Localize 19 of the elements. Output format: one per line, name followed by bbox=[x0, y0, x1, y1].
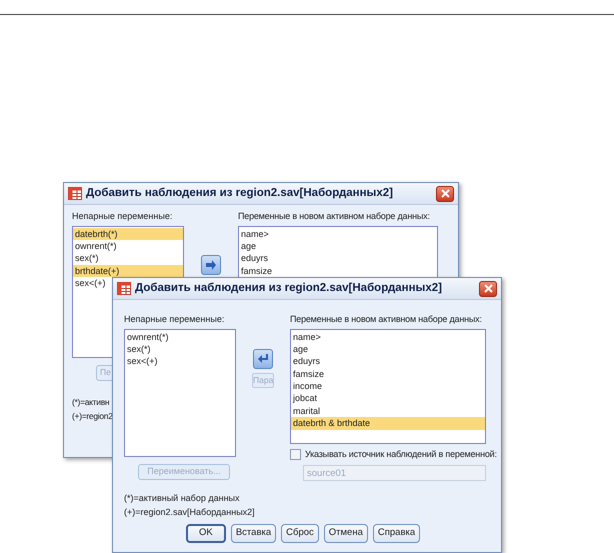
list-label: Переменные в новом активном наборе данных: bbox=[238, 210, 430, 223]
variable-list[interactable]: ownrent(*) sex(*) sex<(+) bbox=[124, 328, 236, 456]
window-title: Добавить наблюдения из region2.sav[Наборданных2] bbox=[86, 186, 394, 201]
checkbox-label: Указывать источник наблюдений в переменной: bbox=[305, 448, 497, 461]
list-label: Переменные в новом активном наборе данных: bbox=[290, 313, 482, 326]
dialog-button[interactable]: Отмена bbox=[324, 524, 368, 543]
legend-text: (*)=активный набор данных bbox=[124, 492, 240, 504]
dialog-button[interactable]: Вставка bbox=[230, 524, 276, 543]
legend-text: (+)=region2 bbox=[72, 410, 113, 422]
dialog-button[interactable]: OK bbox=[186, 524, 226, 543]
list-label: Непарные переменные: bbox=[72, 210, 174, 223]
variable-list[interactable]: name> age eduyrs famsize income jobcat marital datebrth & brthdate bbox=[290, 328, 486, 444]
list-item[interactable]: brthdate(+) bbox=[73, 264, 183, 278]
dialog-button[interactable]: Справка bbox=[372, 524, 420, 543]
legend-text: (+)=region2.sav[Наборданных2] bbox=[124, 506, 255, 518]
list-item[interactable]: datebrth & brthdate bbox=[291, 417, 485, 430]
legend-text: (*)=активн bbox=[72, 396, 110, 408]
list-item[interactable]: datebrth(*) bbox=[73, 228, 183, 240]
dialog-button[interactable]: Сброс bbox=[281, 524, 319, 543]
